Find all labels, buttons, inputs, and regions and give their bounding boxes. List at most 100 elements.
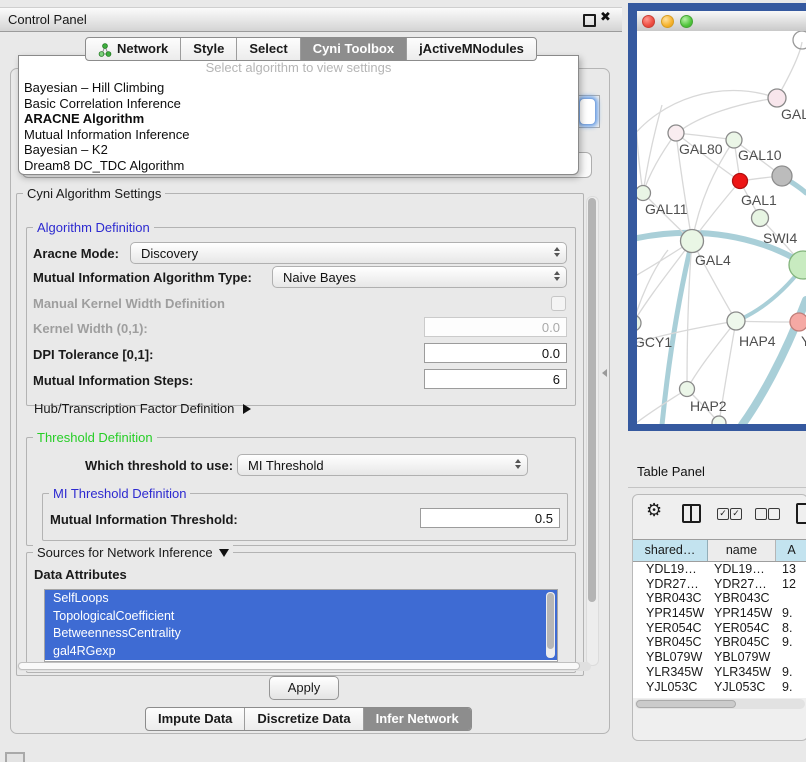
network-node-gal10[interactable] [726, 132, 742, 148]
float-panel-icon[interactable] [583, 14, 596, 27]
tab-discretize-data[interactable]: Discretize Data [245, 708, 363, 730]
node-label: HAP2 [690, 398, 727, 414]
scrollbar-thumb[interactable] [588, 198, 596, 602]
kernel-width-label: Kernel Width (0,1): [33, 321, 148, 336]
mi-steps-input[interactable]: 6 [424, 369, 567, 389]
list-item-selected[interactable]: BetweennessCentrality [45, 625, 557, 643]
checked-checkbox-icon[interactable]: ✓ [717, 508, 729, 520]
algorithm-option-selected[interactable]: ARACNE Algorithm [19, 111, 578, 127]
tab-select[interactable]: Select [237, 38, 300, 60]
network-canvas[interactable]: GALGAL80GAL10GAL1GAL11SWI4GAL4GCY1HAP4YH… [637, 31, 806, 424]
apply-button[interactable]: Apply [269, 676, 339, 700]
docked-panel-icon[interactable] [5, 752, 25, 762]
column-header-clipped[interactable]: A [776, 540, 806, 561]
control-panel-titlebar: Control Panel ✖ [0, 7, 622, 32]
network-node-unlabeled[interactable] [793, 31, 806, 49]
manual-kernel-width-checkbox[interactable] [551, 296, 566, 311]
table-row[interactable]: YPR145WYPR145W9. [633, 606, 806, 621]
mi-threshold-label: Mutual Information Threshold: [50, 512, 238, 527]
export-table-icon[interactable] [796, 503, 806, 524]
network-node-gal[interactable] [768, 89, 786, 107]
table-cell: YDL19… [708, 562, 776, 577]
data-attributes-list[interactable]: SelfLoops TopologicalCoefficient Between… [44, 589, 558, 662]
list-item-selected[interactable]: gal4RGexp [45, 643, 557, 661]
network-node-y[interactable] [790, 313, 806, 331]
tab-cyni-toolbox[interactable]: Cyni Toolbox [301, 38, 407, 60]
tab-jactivemnodules[interactable]: jActiveMNodules [407, 38, 536, 60]
tab-infer-network[interactable]: Infer Network [364, 708, 471, 730]
scrollbar-thumb[interactable] [18, 662, 580, 670]
zoom-window-icon[interactable] [680, 15, 693, 28]
table-cell: 13 [776, 562, 806, 577]
table-cell: YPR145W [708, 606, 776, 621]
table-row[interactable]: YBL079WYBL079W [633, 650, 806, 665]
split-view-columns-icon[interactable] [682, 504, 701, 523]
list-item-selected[interactable]: TopologicalCoefficient [45, 608, 557, 626]
table-cell: YBL079W [708, 650, 776, 665]
table-cell: YBR045C [708, 635, 776, 650]
table-row[interactable]: YDL19…YDL19…13 [633, 562, 806, 577]
table-settings-gear-icon[interactable]: ⚙ [646, 501, 662, 521]
network-node-gal11[interactable] [637, 186, 651, 201]
minimize-window-icon[interactable] [661, 15, 674, 28]
algorithm-option[interactable]: Basic Correlation Inference [19, 96, 578, 112]
column-header-name[interactable]: name [708, 540, 776, 561]
algorithm-option[interactable]: Bayesian – K2 [19, 142, 578, 158]
network-node-swi4[interactable] [752, 210, 769, 227]
checked-checkbox-icon[interactable]: ✓ [730, 508, 742, 520]
hub-transcription-expander[interactable]: Hub/Transcription Factor Definition [34, 401, 251, 416]
aracne-mode-value: Discovery [141, 246, 198, 261]
kernel-width-input[interactable]: 0.0 [424, 317, 567, 337]
table-row[interactable]: YDR27…YDR27…12 [633, 577, 806, 592]
expand-right-icon [243, 404, 251, 414]
network-icon [98, 42, 112, 56]
tab-style[interactable]: Style [181, 38, 237, 60]
which-threshold-combo[interactable]: MI Threshold [237, 454, 528, 476]
data-attributes-label: Data Attributes [34, 567, 127, 582]
table-row[interactable]: YBR043CYBR043C [633, 591, 806, 606]
mi-algorithm-type-combo[interactable]: Naive Bayes [272, 266, 567, 288]
network-node-gal80[interactable] [668, 125, 684, 141]
table-panel: ⚙ ✓ ✓ shared… name A YDL19…YDL19…13YDR27… [632, 494, 806, 741]
algorithm-definition-title: Algorithm Definition [33, 220, 154, 235]
sources-title[interactable]: Sources for Network Inference [33, 545, 233, 560]
network-node-gcy1[interactable] [637, 315, 641, 331]
mi-algorithm-type-label: Mutual Information Algorithm Type: [33, 270, 252, 285]
mi-threshold-input[interactable]: 0.5 [420, 508, 560, 528]
list-item-selected[interactable]: SelfLoops [45, 590, 557, 608]
network-node-gal1[interactable] [733, 174, 748, 189]
network-node-hap4[interactable] [727, 312, 745, 330]
close-window-icon[interactable] [642, 15, 655, 28]
unchecked-checkbox-icon[interactable] [755, 508, 767, 520]
algorithm-option[interactable]: Mutual Information Inference [19, 127, 578, 143]
settings-vertical-scrollbar[interactable] [586, 196, 599, 666]
network-window-titlebar[interactable] [637, 11, 806, 32]
table-row[interactable]: YLR345WYLR345W9. [633, 665, 806, 680]
unchecked-checkbox-icon[interactable] [768, 508, 780, 520]
aracne-mode-combo[interactable]: Discovery [130, 242, 567, 264]
cyni-mode-tabbar: Impute Data Discretize Data Infer Networ… [145, 707, 472, 731]
network-node-gal4[interactable] [681, 230, 704, 253]
close-panel-icon[interactable]: ✖ [600, 10, 611, 25]
table-row[interactable]: YBR045CYBR045C9. [633, 635, 806, 650]
algorithm-combo-focused-button[interactable] [579, 98, 596, 125]
network-node-unlabeled[interactable] [772, 166, 792, 186]
splitter-collapse-icon[interactable] [602, 369, 607, 377]
attributes-vertical-scrollbar[interactable] [546, 592, 555, 658]
table-row[interactable]: YJL053CYJL053C9. [633, 680, 806, 695]
algorithm-option[interactable]: Bayesian – Hill Climbing [19, 80, 578, 96]
table-row[interactable]: YER054CYER054C8. [633, 621, 806, 636]
tab-network[interactable]: Network [86, 38, 181, 60]
algorithm-option[interactable]: Dream8 DC_TDC Algorithm [19, 158, 578, 174]
column-header-shared-name[interactable]: shared… [633, 540, 708, 561]
application-window: Control Panel ✖ Network Style Select Cyn… [0, 0, 806, 762]
network-node-hap2[interactable] [680, 382, 695, 397]
table-horizontal-scrollbar[interactable] [635, 699, 805, 709]
network-node-unlabeled[interactable] [712, 416, 726, 424]
dpi-tolerance-input[interactable]: 0.0 [424, 343, 567, 363]
network-graph[interactable]: GALGAL80GAL10GAL1GAL11SWI4GAL4GCY1HAP4YH… [637, 31, 806, 424]
tab-impute-data[interactable]: Impute Data [146, 708, 245, 730]
settings-horizontal-scrollbar[interactable] [17, 662, 591, 671]
scrollbar-thumb[interactable] [547, 593, 554, 649]
scrollbar-thumb[interactable] [636, 700, 736, 708]
